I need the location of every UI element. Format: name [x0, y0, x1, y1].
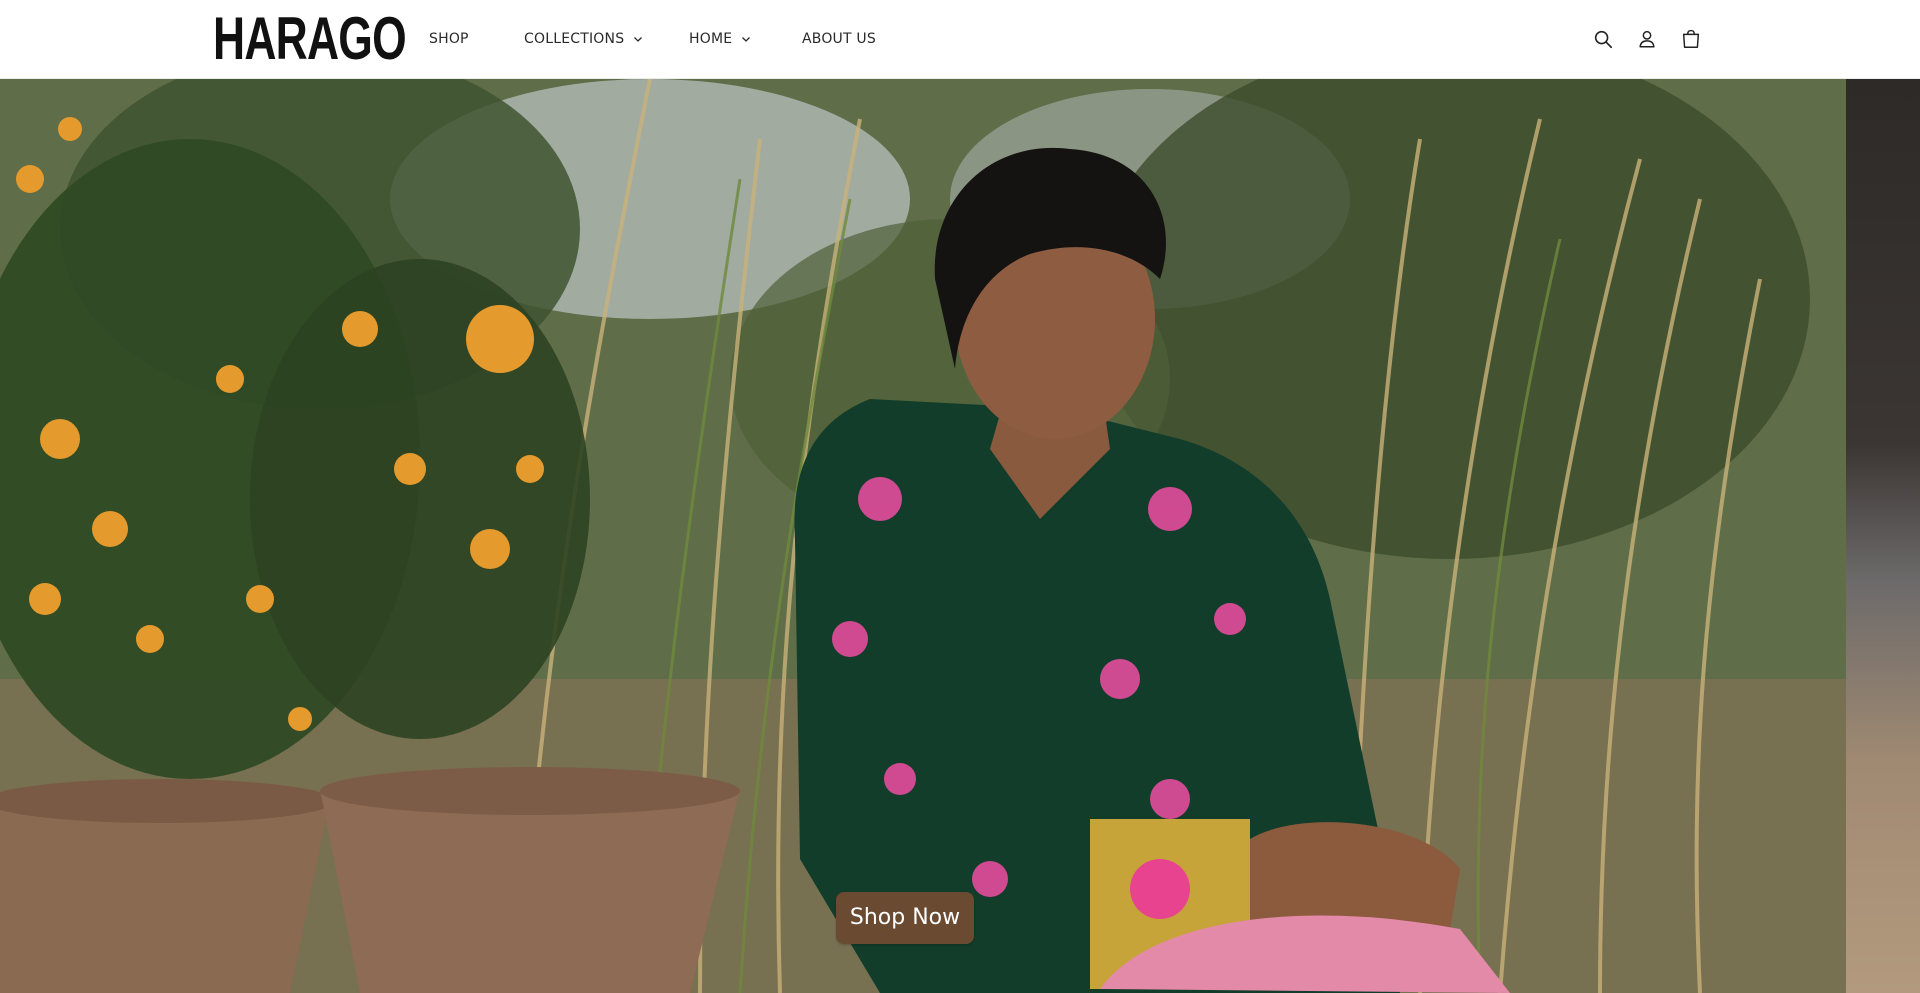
- nav-item-label: SHOP: [429, 31, 469, 47]
- search-button[interactable]: [1590, 26, 1616, 52]
- nav-item-label: COLLECTIONS: [524, 31, 625, 47]
- site-header: HARAGO SHOP COLLECTIONS HOME ABOUT US: [0, 0, 1920, 79]
- cart-button[interactable]: [1678, 26, 1704, 52]
- account-button[interactable]: [1634, 26, 1660, 52]
- hero-photo: [0, 79, 1846, 993]
- search-icon: [1594, 30, 1613, 49]
- cart-icon: [1682, 29, 1700, 48]
- nav-item-about-us[interactable]: ABOUT US: [802, 29, 876, 49]
- hero-slideshow: Shop Now: [0, 79, 1920, 993]
- chevron-down-icon: [742, 37, 751, 42]
- shop-now-button[interactable]: Shop Now: [836, 892, 974, 944]
- account-icon: [1639, 30, 1655, 48]
- nav-item-home[interactable]: HOME: [689, 29, 752, 49]
- nav-item-label: HOME: [689, 31, 733, 47]
- nav-item-collections[interactable]: COLLECTIONS: [524, 29, 644, 49]
- chevron-down-icon: [634, 37, 643, 42]
- nav-item-label: ABOUT US: [802, 31, 876, 47]
- brand-logo[interactable]: HARAGO: [213, 9, 407, 69]
- hero-slide-image: [0, 79, 1846, 993]
- hero-next-slide-peek[interactable]: [1846, 79, 1920, 993]
- nav-item-shop[interactable]: SHOP: [429, 29, 469, 49]
